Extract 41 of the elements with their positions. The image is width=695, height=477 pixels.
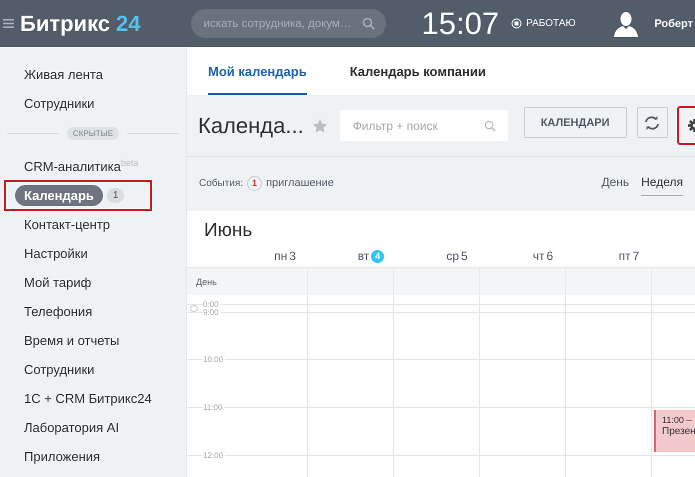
sidebar-item[interactable]: Лаборатория AI — [9, 417, 128, 438]
sidebar-item[interactable]: Живая лента — [9, 64, 111, 85]
all-day-label: День — [196, 277, 218, 287]
day-header[interactable]: ср 5 — [414, 249, 500, 263]
hour-label: 10:00 — [203, 355, 226, 364]
hour-label: 9:00 — [203, 308, 221, 317]
sidebar-item[interactable]: Телефония — [9, 301, 100, 322]
view-tab[interactable]: Неделя — [641, 170, 683, 196]
filter-search-field[interactable]: Фильтр + поиск — [340, 110, 508, 141]
sidebar-item[interactable]: 1С + CRM Битрикс24 — [9, 388, 160, 409]
search-field[interactable]: искать сотрудника, докум… — [190, 9, 386, 38]
clock-time: 15:07 — [422, 6, 500, 42]
events-label: События: — [199, 178, 244, 188]
page-title: Календа... — [198, 112, 304, 138]
month-title: Июнь — [203, 219, 254, 243]
sidebar-item[interactable]: Настройки — [9, 243, 96, 264]
user-name[interactable]: Роберт — [654, 18, 693, 30]
sidebar-item[interactable]: Мой тариф — [9, 272, 100, 293]
sidebar-item[interactable]: Контакт-центр — [9, 214, 118, 235]
invitation-count-badge[interactable]: 1 — [247, 176, 262, 190]
invitation-link[interactable]: приглашение — [266, 177, 334, 189]
hour-label: 11:00 — [203, 403, 224, 412]
work-status-button[interactable]: РАБОТАЮ — [511, 18, 576, 29]
day-header[interactable]: пн 3 — [242, 249, 328, 263]
day-header[interactable]: вт 4 — [328, 249, 414, 263]
day-header[interactable]: чт 6 — [500, 249, 586, 263]
section-label: СКРЫТЫЕ — [66, 127, 120, 140]
sidebar-item[interactable]: Сотрудники — [9, 93, 102, 114]
sidebar-item[interactable]: Сотрудники — [9, 359, 102, 380]
logo[interactable]: Битрикс 24 — [20, 10, 141, 36]
tab[interactable]: Календарь компании — [350, 47, 486, 95]
beta-tag: beta — [120, 158, 138, 168]
sidebar-item[interactable]: Календарь — [15, 185, 103, 206]
sidebar-item[interactable]: Приложения — [9, 446, 108, 467]
calendars-button[interactable]: КАЛЕНДАРИ — [524, 107, 627, 138]
view-tab[interactable]: День — [601, 170, 630, 196]
tab[interactable]: Мой календарь — [208, 47, 307, 95]
sidebar-item[interactable]: Время и отчеты — [9, 330, 128, 351]
hour-label: 12:00 — [203, 451, 226, 460]
counter-badge: 1 — [106, 188, 124, 203]
day-header[interactable]: пт 7 — [586, 249, 672, 263]
